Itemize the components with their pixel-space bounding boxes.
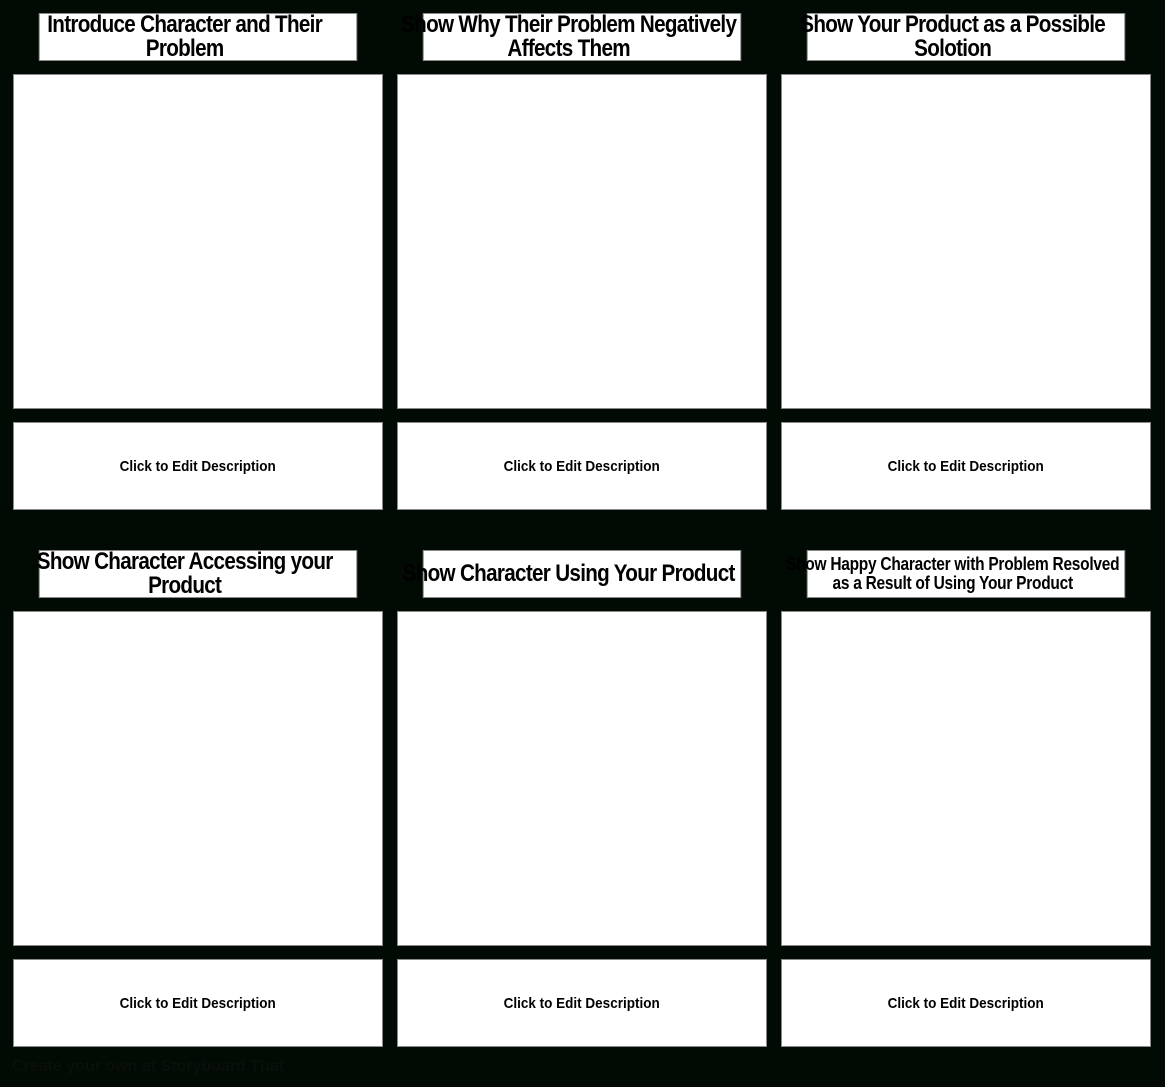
panel-image-area[interactable]	[13, 611, 383, 946]
panel-title[interactable]: Introduce Character and Their Problem	[38, 13, 358, 61]
panel-title[interactable]: Show Happy Character with Problem Resolv…	[786, 550, 1126, 598]
panel-title-text: Show Why Their Problem Negatively Affect…	[401, 11, 737, 62]
panel-description-text: Click to Edit Description	[119, 457, 277, 475]
panel-image-area[interactable]	[13, 74, 383, 409]
panel-title-text: Show Character Accessing your Product	[36, 548, 334, 599]
footer-link[interactable]: Create your own at Storyboard That	[12, 1058, 284, 1076]
panel-title-text: Show Character Using Your Product	[402, 560, 736, 587]
panel-description-text: Click to Edit Description	[887, 994, 1045, 1012]
panel-description[interactable]: Click to Edit Description	[13, 959, 383, 1047]
panel-image-area[interactable]	[781, 74, 1151, 409]
panel-image-area[interactable]	[781, 611, 1151, 946]
panel-title-text: Show Your Product as a Possible Solotion	[800, 11, 1106, 62]
panel-description[interactable]: Click to Edit Description	[13, 422, 383, 510]
panel-title[interactable]: Show Your Product as a Possible Solotion	[800, 13, 1126, 61]
panel-title[interactable]: Show Why Their Problem Negatively Affect…	[401, 13, 742, 61]
panel-description-text: Click to Edit Description	[119, 994, 277, 1012]
panel-description[interactable]: Click to Edit Description	[781, 422, 1151, 510]
panel-description[interactable]: Click to Edit Description	[781, 959, 1151, 1047]
panel-description-text: Click to Edit Description	[503, 994, 661, 1012]
panel-title-text: Show Happy Character with Problem Resolv…	[786, 554, 1120, 593]
panel-image-area[interactable]	[397, 74, 767, 409]
panel-description-text: Click to Edit Description	[503, 457, 661, 475]
panel-description[interactable]: Click to Edit Description	[397, 959, 767, 1047]
panel-title-text: Introduce Character and Their Problem	[47, 11, 323, 62]
panel-description-text: Click to Edit Description	[887, 457, 1045, 475]
panel-title[interactable]: Show Character Accessing your Product	[37, 550, 358, 598]
panel-image-area[interactable]	[397, 611, 767, 946]
panel-title[interactable]: Show Character Using Your Product	[403, 550, 742, 598]
panel-description[interactable]: Click to Edit Description	[397, 422, 767, 510]
